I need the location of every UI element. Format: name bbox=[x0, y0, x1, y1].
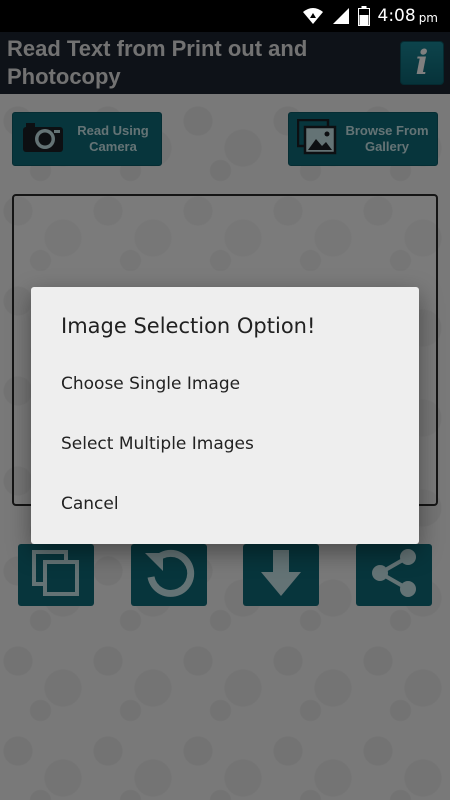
wifi-icon bbox=[302, 7, 324, 25]
option-label: Select Multiple Images bbox=[61, 434, 254, 454]
choose-single-image-option[interactable]: Choose Single Image bbox=[31, 354, 419, 414]
cancel-option[interactable]: Cancel bbox=[31, 474, 419, 534]
status-bar: 4:08 pm bbox=[0, 0, 450, 32]
option-label: Choose Single Image bbox=[61, 374, 241, 394]
image-selection-dialog: Image Selection Option! Choose Single Im… bbox=[31, 287, 419, 544]
option-label: Cancel bbox=[61, 494, 119, 514]
select-multiple-images-option[interactable]: Select Multiple Images bbox=[31, 414, 419, 474]
battery-icon bbox=[357, 6, 370, 26]
signal-icon bbox=[332, 7, 350, 25]
status-ampm: pm bbox=[418, 11, 438, 25]
dialog-title: Image Selection Option! bbox=[61, 314, 316, 338]
status-time: 4:08 bbox=[377, 6, 416, 26]
